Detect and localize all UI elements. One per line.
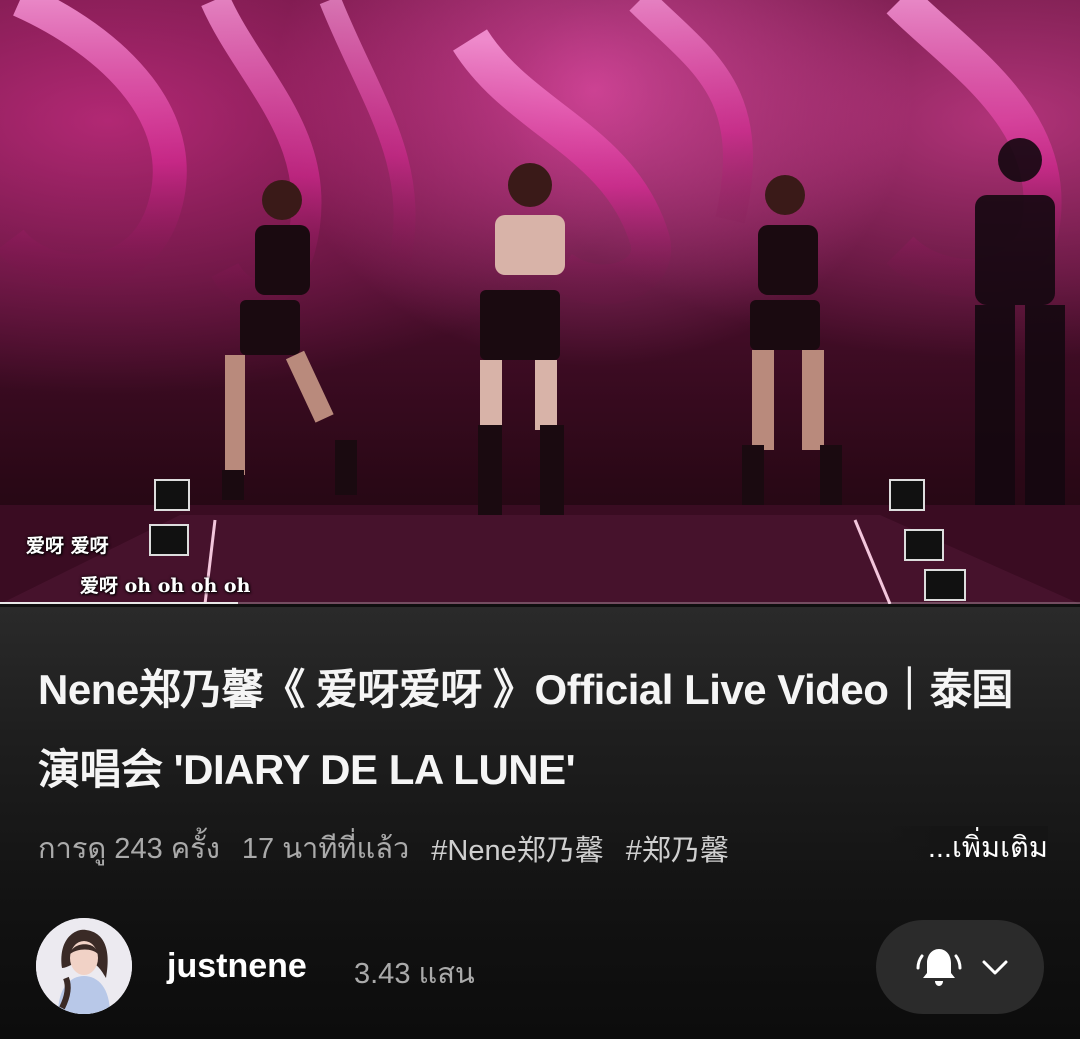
notification-subscribe-button[interactable] (876, 920, 1044, 1014)
hashtag[interactable]: #郑乃馨 (626, 827, 729, 869)
video-title[interactable]: Nene郑乃馨《 爱呀爱呀 》Official Live Video｜泰国演唱会… (38, 650, 1048, 810)
progress-bar[interactable] (0, 602, 1080, 604)
video-metadata[interactable]: การดู 243 ครั้ง 17 นาทีที่แล้ว #Nene郑乃馨 … (38, 826, 1048, 870)
avatar-photo-icon (36, 918, 132, 1014)
video-player[interactable]: 爱呀 爱呀 爱呀 oh oh oh oh (0, 0, 1080, 604)
stage-scene (0, 0, 1080, 604)
upload-age: 17 นาทีที่แล้ว (241, 833, 410, 865)
lyrics-line-2: 爱呀 oh oh oh oh (80, 575, 251, 597)
lyrics-line-1: 爱呀 爱呀 (26, 535, 109, 557)
channel-row: justnene 3.43 แสน (0, 912, 1080, 1022)
subscriber-count: 3.43 แสน (354, 958, 475, 990)
lyrics-overlay: 爱呀 爱呀 爱呀 oh oh oh oh (26, 526, 250, 604)
view-count: การดู 243 ครั้ง (38, 833, 220, 865)
chevron-down-icon (982, 960, 1008, 975)
channel-name[interactable]: justnene (167, 947, 307, 986)
bell-icon (916, 949, 962, 986)
progress-fill (0, 602, 238, 604)
more-link[interactable]: ...เพิ่มเติม (887, 826, 1048, 870)
channel-avatar[interactable] (36, 918, 132, 1014)
hashtag[interactable]: #Nene郑乃馨 (431, 827, 603, 869)
